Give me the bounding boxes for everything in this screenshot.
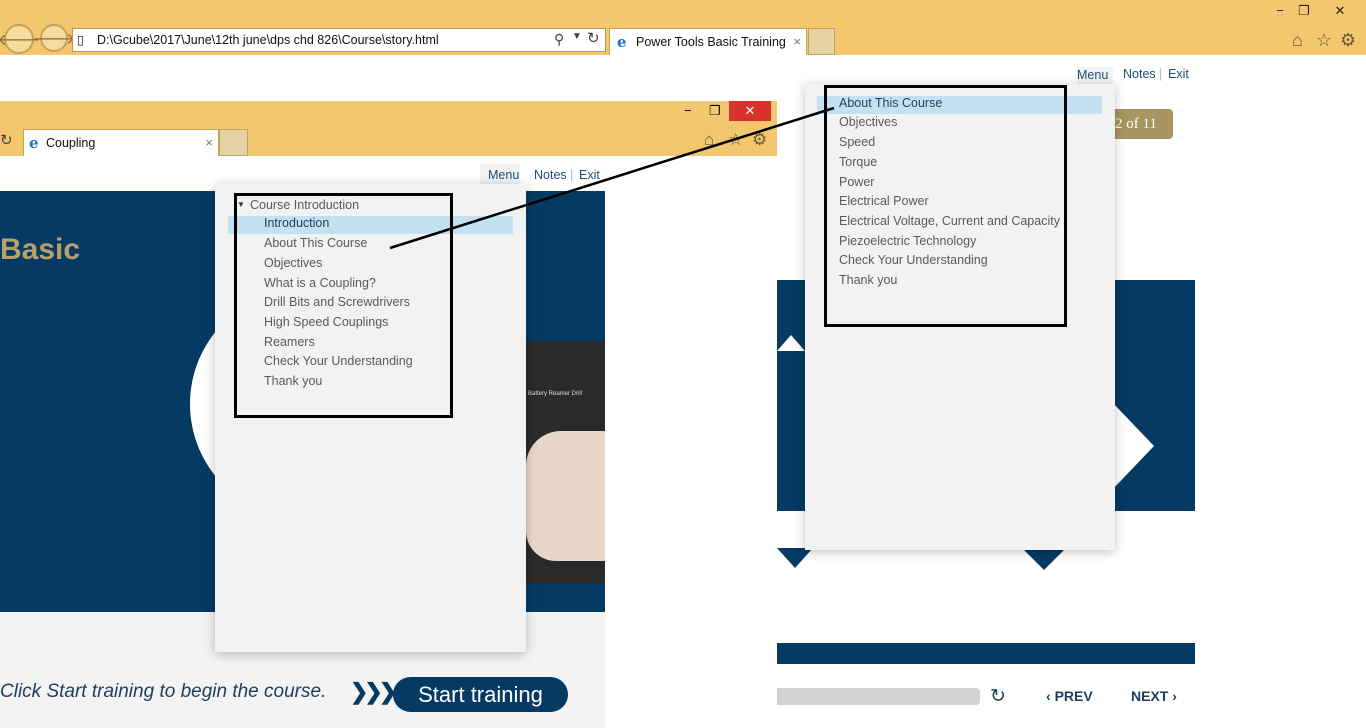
annotation-connector [389,106,835,250]
annotation-line [389,106,835,250]
